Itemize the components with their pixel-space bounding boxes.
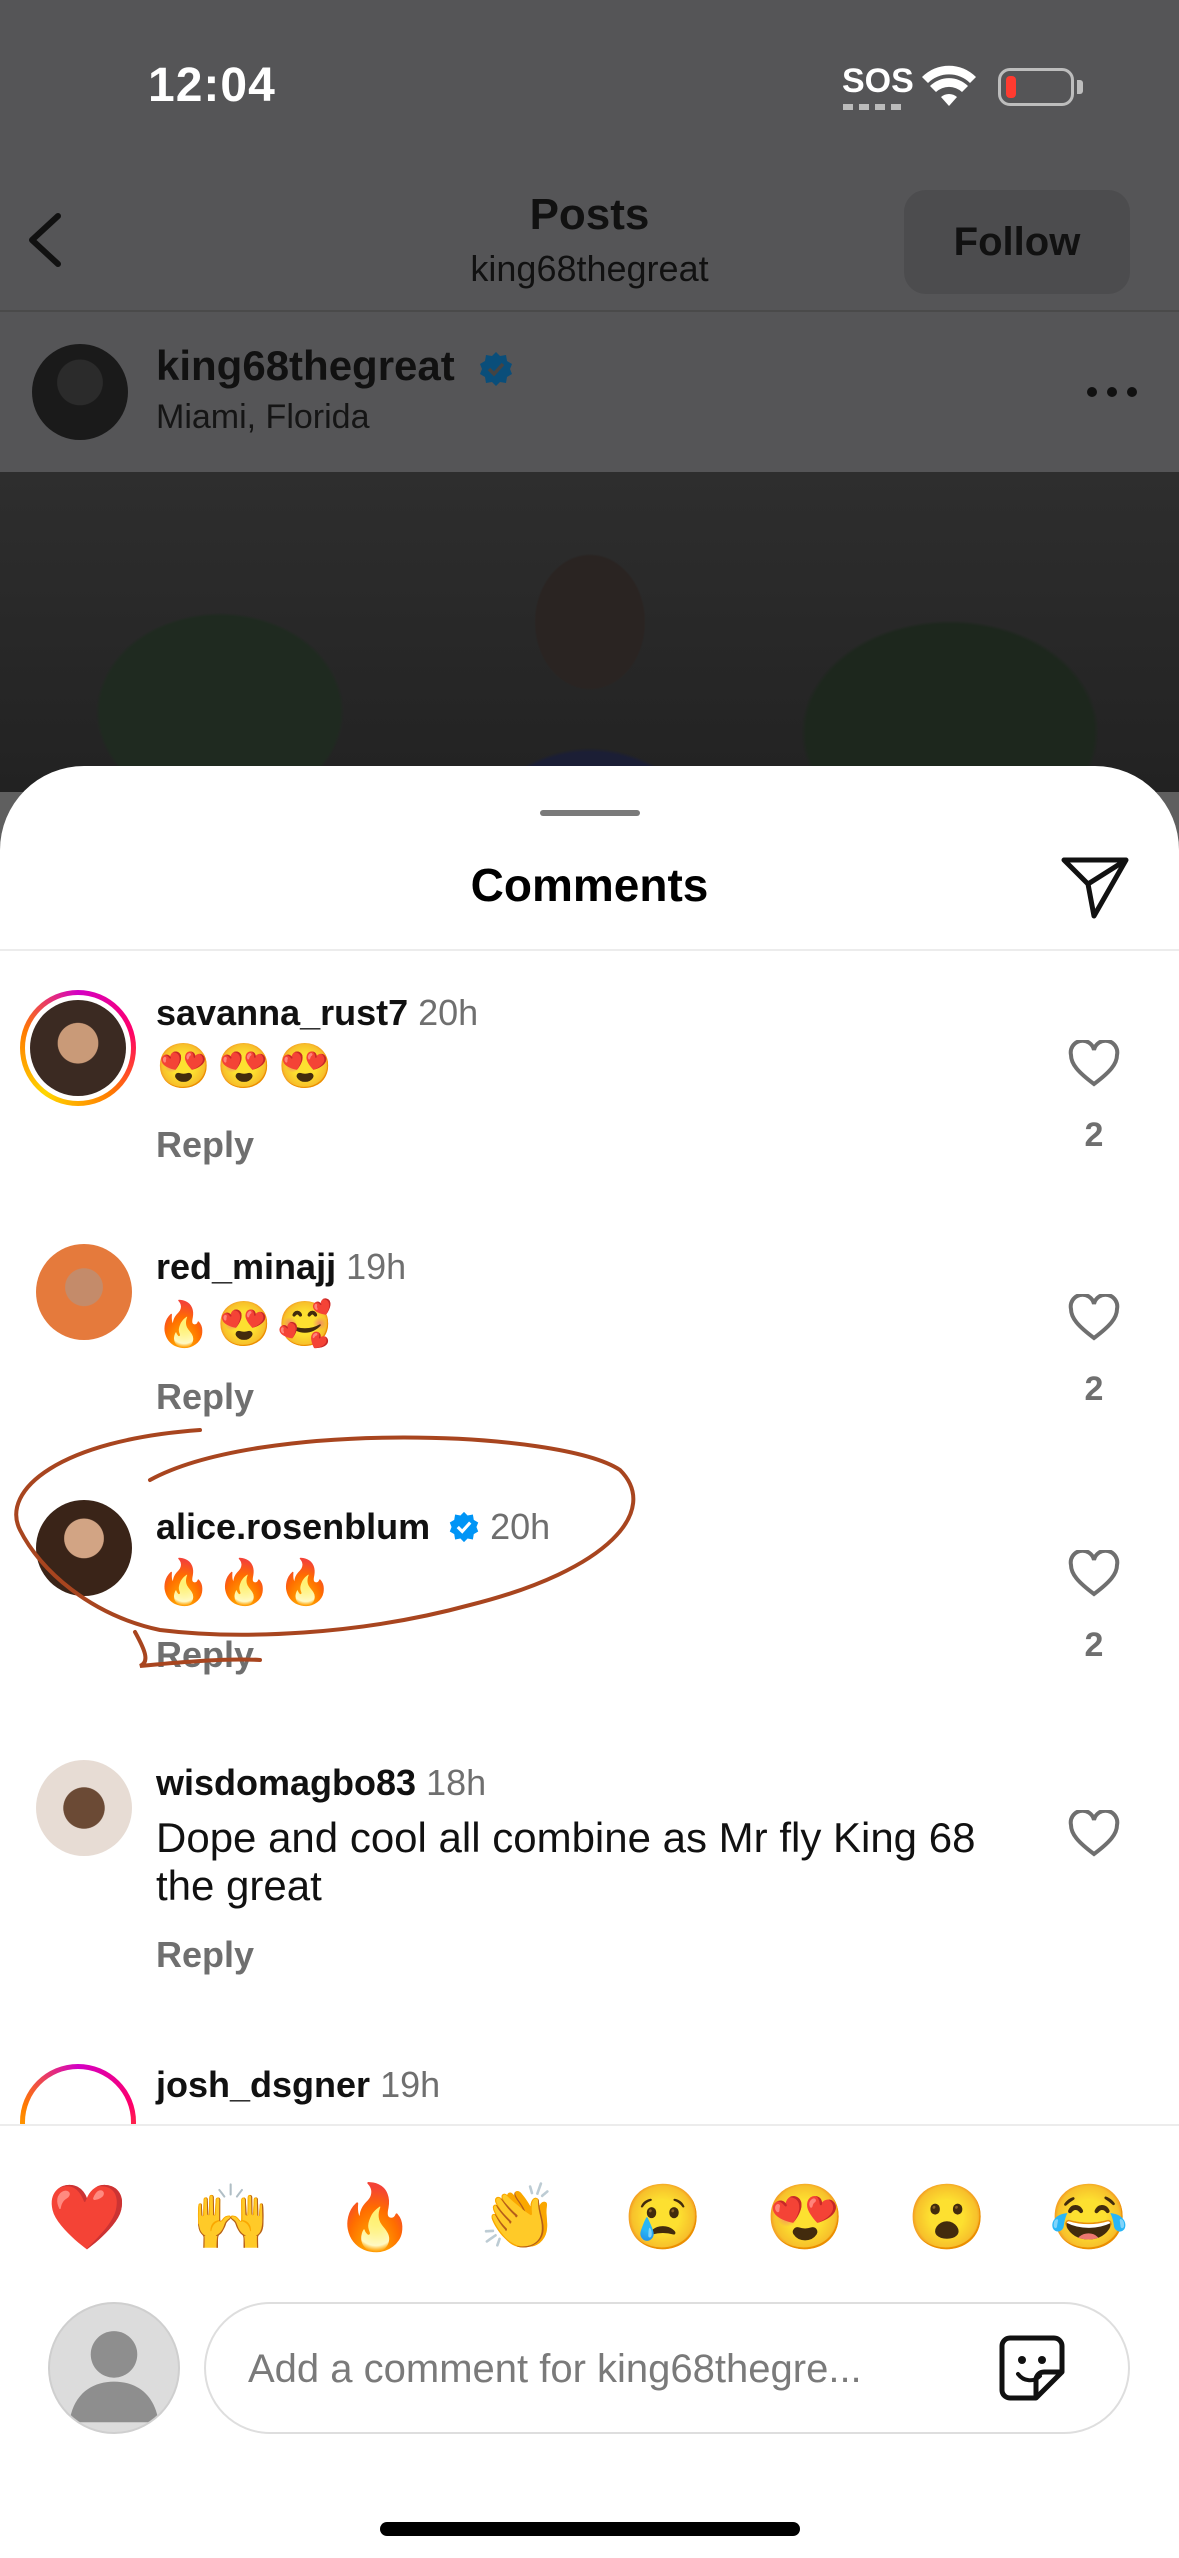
story-ring[interactable]	[20, 2064, 136, 2124]
post-author-username-row[interactable]: king68thegreat	[156, 342, 514, 390]
heart-icon[interactable]	[1068, 1550, 1120, 1598]
comment-time: 20h	[418, 992, 479, 1033]
status-bar: 12:04 SOS	[0, 0, 1179, 170]
comment-username-row[interactable]: alice.rosenblum 20h	[156, 1506, 550, 1548]
home-indicator[interactable]	[380, 2522, 800, 2536]
sticker-icon[interactable]	[996, 2332, 1068, 2404]
quick-emoji-button[interactable]: 😍	[760, 2172, 850, 2262]
comment-input[interactable]	[246, 2304, 970, 2434]
heart-icon[interactable]	[1068, 1294, 1120, 1342]
comment-input-container[interactable]	[204, 2302, 1130, 2434]
post-author-avatar[interactable]	[32, 344, 128, 440]
comment-username-row[interactable]: josh_dsgner 19h	[156, 2064, 440, 2106]
comment-username-row[interactable]: savanna_rust7 20h	[156, 992, 478, 1034]
comment-text: 😍😍😍	[156, 1042, 339, 1091]
quick-emoji-button[interactable]: 🔥	[330, 2172, 420, 2262]
avatar[interactable]	[36, 1244, 132, 1340]
comment-item: josh_dsgner 19h	[0, 2064, 1179, 2124]
verified-icon	[480, 351, 513, 386]
like-count[interactable]: 2	[1060, 1116, 1128, 1155]
quick-emoji-button[interactable]: 👏	[474, 2172, 564, 2262]
comment-time: 18h	[426, 1762, 487, 1803]
status-time: 12:04	[148, 59, 276, 112]
comment-username[interactable]: red_minajj	[156, 1246, 336, 1287]
comment-username[interactable]: alice.rosenblum	[156, 1506, 430, 1547]
more-icon[interactable]	[1084, 384, 1140, 400]
quick-emoji-button[interactable]: 😂	[1044, 2172, 1134, 2262]
comment-time: 20h	[490, 1506, 551, 1547]
sheet-grabber[interactable]	[540, 810, 640, 816]
heart-icon[interactable]	[1068, 1810, 1120, 1858]
comment-time: 19h	[380, 2064, 441, 2105]
comment-text: Dope and cool all combine as Mr fly King…	[156, 1814, 976, 1909]
post-location[interactable]: Miami, Florida	[156, 398, 369, 437]
quick-emoji-button[interactable]: 🙌	[186, 2172, 276, 2262]
reply-button[interactable]: Reply	[156, 1124, 254, 1166]
comment-username-row[interactable]: red_minajj 19h	[156, 1246, 406, 1288]
top-nav: Posts king68thegreat Follow	[0, 170, 1179, 310]
like-count[interactable]: 2	[1060, 1370, 1128, 1409]
comment-composer: ❤️ 🙌 🔥 👏 😢 😍 😮 😂	[0, 2124, 1179, 2558]
verified-icon	[449, 1511, 479, 1543]
sheet-title: Comments	[470, 859, 709, 911]
post-header: king68thegreat Miami, Florida	[0, 312, 1179, 472]
follow-button[interactable]: Follow	[904, 190, 1130, 294]
reply-button[interactable]: Reply	[156, 1934, 254, 1976]
avatar[interactable]	[36, 1760, 132, 1856]
comment-time: 19h	[346, 1246, 407, 1287]
comment-username[interactable]: josh_dsgner	[156, 2064, 370, 2105]
comment-text: 🔥🔥🔥	[156, 1558, 339, 1607]
wifi-icon	[922, 65, 976, 106]
like-count[interactable]: 2	[1060, 1626, 1128, 1665]
signal-dots	[843, 104, 901, 110]
reply-button[interactable]: Reply	[156, 1634, 254, 1676]
quick-emoji-button[interactable]: 😢	[618, 2172, 708, 2262]
sos-indicator: SOS	[842, 62, 914, 100]
share-icon[interactable]	[1060, 854, 1130, 920]
post-photo	[0, 472, 1179, 792]
quick-emoji-row: ❤️ 🙌 🔥 👏 😢 😍 😮 😂	[0, 2172, 1179, 2262]
battery-icon	[998, 68, 1074, 106]
avatar[interactable]	[36, 1500, 132, 1596]
quick-emoji-button[interactable]: 😮	[902, 2172, 992, 2262]
battery-tip	[1077, 80, 1083, 94]
comment-username-row[interactable]: wisdomagbo83 18h	[156, 1762, 486, 1804]
comment-username[interactable]: savanna_rust7	[156, 992, 408, 1033]
comment-text: 🔥😍🥰	[156, 1300, 339, 1349]
comment-username[interactable]: wisdomagbo83	[156, 1762, 416, 1803]
post-author-username[interactable]: king68thegreat	[156, 342, 455, 389]
sheet-divider	[0, 949, 1179, 951]
avatar-placeholder-icon	[48, 2302, 180, 2434]
heart-icon[interactable]	[1068, 1040, 1120, 1088]
quick-emoji-button[interactable]: ❤️	[42, 2172, 132, 2262]
reply-button[interactable]: Reply	[156, 1376, 254, 1418]
avatar[interactable]	[30, 1000, 126, 1096]
